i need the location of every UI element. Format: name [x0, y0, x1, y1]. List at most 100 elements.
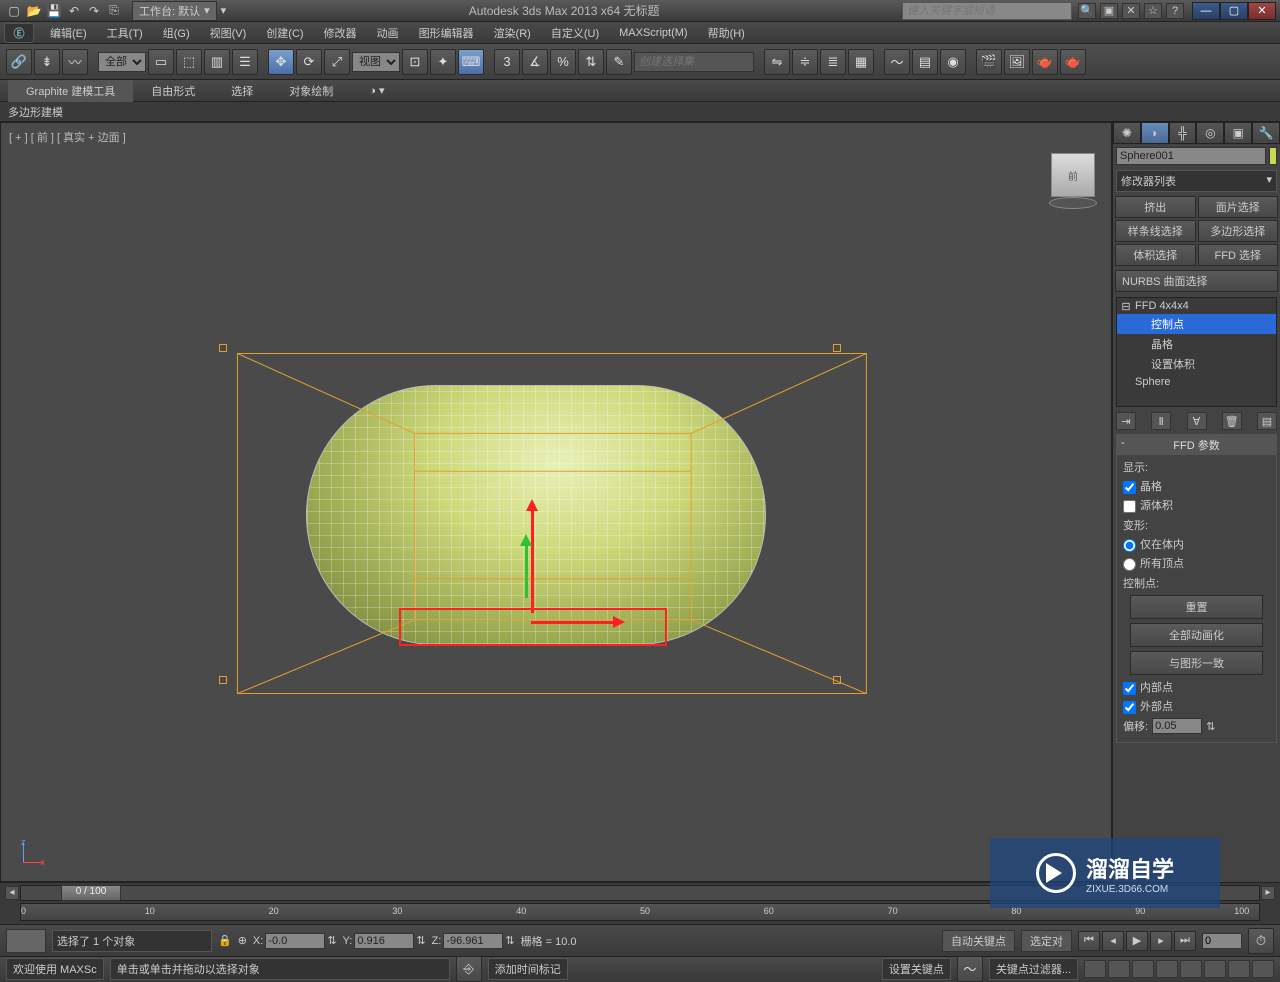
- curve-editor-icon[interactable]: 〜: [884, 49, 910, 75]
- modset-nurbs[interactable]: NURBS 曲面选择: [1115, 270, 1278, 292]
- current-frame-field[interactable]: [1202, 933, 1242, 949]
- viewcube[interactable]: 前: [1051, 153, 1095, 197]
- search-icon[interactable]: 🔍: [1078, 3, 1096, 19]
- object-sphere[interactable]: [306, 385, 766, 645]
- isolate-toggle-icon[interactable]: ⎆: [456, 956, 482, 982]
- render-production-icon[interactable]: 🫖: [1032, 49, 1058, 75]
- angle-snap-icon[interactable]: ∡: [522, 49, 548, 75]
- key-filters-button[interactable]: 关键点过滤器...: [989, 958, 1078, 980]
- menu-views[interactable]: 视图(V): [200, 22, 257, 44]
- ref-coord-system[interactable]: 视图: [352, 52, 400, 72]
- viewport-front[interactable]: [ + ] [ 前 ] [ 真实 + 边面 ] 前 zx: [0, 122, 1112, 882]
- menu-maxscript[interactable]: MAXScript(M): [609, 24, 697, 42]
- selection-filter[interactable]: 全部: [98, 52, 146, 72]
- key-mode-icon[interactable]: 〜: [957, 956, 983, 982]
- chk-outer[interactable]: 外部点: [1123, 698, 1270, 714]
- favorite-icon[interactable]: ☆: [1144, 3, 1162, 19]
- selection-lock-icon[interactable]: 🔒: [218, 934, 232, 947]
- menu-grapheditors[interactable]: 图形编辑器: [409, 22, 484, 44]
- align-icon[interactable]: ≑: [792, 49, 818, 75]
- use-pivot-center-icon[interactable]: ⊡: [402, 49, 428, 75]
- spinner-icon[interactable]: ⇅: [327, 934, 336, 947]
- new-icon[interactable]: ▢: [4, 2, 24, 20]
- configure-sets-icon[interactable]: ▤: [1257, 412, 1277, 430]
- selected-key-button[interactable]: 选定对: [1021, 930, 1072, 952]
- ribbon-panel-polymodeling[interactable]: 多边形建模: [0, 102, 1280, 122]
- absolute-relative-icon[interactable]: ⊕: [238, 934, 247, 947]
- schematic-view-icon[interactable]: ▤: [912, 49, 938, 75]
- modset-volsel[interactable]: 体积选择: [1115, 244, 1196, 266]
- stack-setvolume[interactable]: 设置体积: [1117, 354, 1276, 374]
- help-icon[interactable]: ?: [1166, 3, 1184, 19]
- time-prev-icon[interactable]: ◂: [5, 886, 19, 900]
- edit-named-sel-icon[interactable]: ✎: [606, 49, 632, 75]
- render-iterative-icon[interactable]: 🫖: [1060, 49, 1086, 75]
- tab-modify-icon[interactable]: ◗: [1141, 122, 1169, 144]
- link-tool-icon[interactable]: 🔗: [6, 49, 32, 75]
- nav-zoom-icon[interactable]: [1108, 960, 1130, 978]
- graphite-toggle-icon[interactable]: ▦: [848, 49, 874, 75]
- tab-display-icon[interactable]: ▣: [1224, 122, 1252, 144]
- chk-inner[interactable]: 内部点: [1123, 679, 1270, 695]
- play-icon[interactable]: ▶: [1126, 931, 1148, 951]
- named-selection-set[interactable]: [634, 52, 754, 72]
- ribbon-tab-selection[interactable]: 选择: [213, 80, 271, 102]
- exchange-icon[interactable]: ✕: [1122, 3, 1140, 19]
- link-icon[interactable]: ⎘: [104, 2, 124, 20]
- nav-maximize-icon[interactable]: [1156, 960, 1178, 978]
- object-color-swatch[interactable]: [1269, 147, 1277, 165]
- mirror-icon[interactable]: ⇋: [764, 49, 790, 75]
- viewcube-ring[interactable]: [1049, 197, 1097, 209]
- workspace-selector[interactable]: 工作台: 默认 ▾: [132, 1, 217, 21]
- spinner-icon[interactable]: ⇅: [505, 934, 514, 947]
- menu-rendering[interactable]: 渲染(R): [484, 22, 541, 44]
- auto-key-button[interactable]: 自动关键点: [942, 930, 1015, 952]
- goto-end-icon[interactable]: ⏭: [1174, 931, 1196, 951]
- spinner-icon[interactable]: ⇅: [416, 934, 425, 947]
- render-setup-icon[interactable]: 🎬: [976, 49, 1002, 75]
- select-object-icon[interactable]: ▭: [148, 49, 174, 75]
- time-next-icon[interactable]: ▸: [1261, 886, 1275, 900]
- ribbon-tab-graphite[interactable]: Graphite 建模工具: [8, 80, 133, 102]
- time-slider-handle[interactable]: 0 / 100: [61, 885, 121, 901]
- radio-allverts[interactable]: 所有顶点: [1123, 555, 1270, 571]
- set-key-button[interactable]: 设置关键点: [882, 958, 951, 980]
- modset-splinesel[interactable]: 样条线选择: [1115, 220, 1196, 242]
- snap-toggle-icon[interactable]: 3: [494, 49, 520, 75]
- select-by-name-icon[interactable]: ☰: [232, 49, 258, 75]
- maximize-button[interactable]: ▢: [1220, 2, 1248, 20]
- pin-stack-icon[interactable]: ⇥: [1116, 412, 1136, 430]
- make-unique-icon[interactable]: ∀: [1187, 412, 1207, 430]
- ffd-control-point[interactable]: [833, 344, 841, 352]
- rendered-frame-icon[interactable]: 🖼: [1004, 49, 1030, 75]
- ribbon-tab-paint[interactable]: 对象绘制: [271, 80, 351, 102]
- gizmo-z-axis[interactable]: [525, 538, 528, 598]
- menu-modifiers[interactable]: 修改器: [314, 22, 367, 44]
- menu-tools[interactable]: 工具(T): [97, 22, 153, 44]
- app-menu-button[interactable]: Ⓔ: [4, 23, 34, 43]
- modset-polysel[interactable]: 多边形选择: [1198, 220, 1279, 242]
- tab-create-icon[interactable]: ✺: [1113, 122, 1141, 144]
- menu-edit[interactable]: 编辑(E): [40, 22, 97, 44]
- coord-z[interactable]: [443, 933, 503, 949]
- maxscript-mini-listener[interactable]: [6, 929, 46, 953]
- menu-customize[interactable]: 自定义(U): [541, 22, 609, 44]
- viewport-label[interactable]: [ + ] [ 前 ] [ 真实 + 边面 ]: [9, 129, 126, 145]
- prev-frame-icon[interactable]: ◂: [1102, 931, 1124, 951]
- nav-fov-icon[interactable]: [1204, 960, 1226, 978]
- menu-group[interactable]: 组(G): [153, 22, 200, 44]
- ffd-control-point[interactable]: [219, 344, 227, 352]
- tab-hierarchy-icon[interactable]: ╬: [1169, 122, 1197, 144]
- modifier-list-dropdown[interactable]: 修改器列表▾: [1116, 170, 1277, 192]
- undo-icon[interactable]: ↶: [64, 2, 84, 20]
- save-icon[interactable]: 💾: [44, 2, 64, 20]
- menu-help[interactable]: 帮助(H): [698, 22, 755, 44]
- next-frame-icon[interactable]: ▸: [1150, 931, 1172, 951]
- ffd-control-point[interactable]: [219, 676, 227, 684]
- menu-create[interactable]: 创建(C): [256, 22, 313, 44]
- modifier-stack[interactable]: ⊟FFD 4x4x4 控制点 晶格 设置体积 Sphere: [1116, 297, 1277, 407]
- nav-zoom-all-icon[interactable]: [1228, 960, 1250, 978]
- modset-ffdsel[interactable]: FFD 选择: [1198, 244, 1279, 266]
- close-button[interactable]: ✕: [1248, 2, 1276, 20]
- spinner-arrows-icon[interactable]: ⇅: [1206, 720, 1215, 733]
